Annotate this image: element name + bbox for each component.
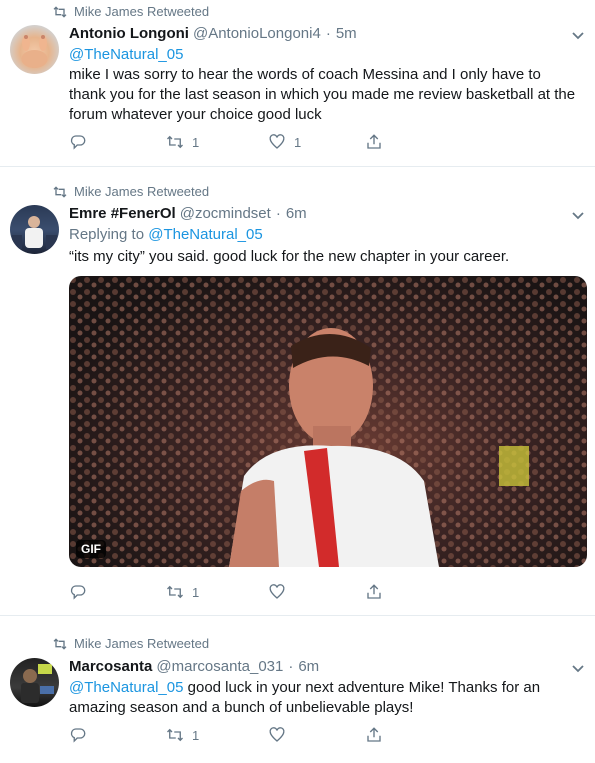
separator-dot: · <box>288 658 294 675</box>
tweet-header: Emre #FenerOl @zocmindset · 6m <box>69 205 307 222</box>
tweet-3[interactable]: Mike James Retweeted Marcosanta @marcosa… <box>0 616 595 763</box>
retweet-context-label: Mike James Retweeted <box>74 636 210 651</box>
share-icon <box>367 134 381 149</box>
tweet-body: mike I was sorry to hear the words of co… <box>69 66 576 123</box>
separator-dot: · <box>325 25 331 42</box>
avatar-image <box>12 216 57 249</box>
avatar[interactable] <box>10 658 59 707</box>
mention-link[interactable]: @TheNatural_05 <box>69 679 183 696</box>
chevron-down-icon[interactable] <box>571 211 585 221</box>
chevron-down-icon[interactable] <box>571 31 585 41</box>
retweet-icon <box>167 728 183 742</box>
retweet-context-label: Mike James Retweeted <box>74 4 210 19</box>
avatar[interactable] <box>10 25 59 74</box>
tweet-actions: 1 1 <box>69 133 399 153</box>
tweet-1[interactable]: Mike James Retweeted Antonio Longoni @An… <box>0 0 595 167</box>
reply-button[interactable] <box>69 133 87 151</box>
tweet-actions: 1 <box>69 726 399 746</box>
chevron-down-icon[interactable] <box>571 664 585 674</box>
retweet-count: 1 <box>192 727 200 743</box>
share-button[interactable] <box>365 133 383 151</box>
retweet-context: Mike James Retweeted <box>52 4 209 19</box>
tweet-text: @TheNatural_05 good luck in your next ad… <box>69 678 579 718</box>
retweet-icon <box>167 585 183 599</box>
like-count: 1 <box>294 134 302 150</box>
retweet-count: 1 <box>192 584 200 600</box>
separator-dot: · <box>275 205 281 222</box>
tweet-text: @TheNatural_05 mike I was sorry to hear … <box>69 45 579 125</box>
tweet-body: “its my city” you said. good luck for th… <box>69 248 510 265</box>
retweet-icon <box>53 637 67 650</box>
tweet-header: Marcosanta @marcosanta_031 · 6m <box>69 658 319 675</box>
reply-icon <box>70 135 86 150</box>
reply-button[interactable] <box>69 583 87 601</box>
share-icon <box>367 584 381 599</box>
heart-icon <box>269 134 285 149</box>
like-button[interactable] <box>268 583 286 601</box>
display-name[interactable]: Emre #FenerOl <box>69 205 176 222</box>
retweet-context-label: Mike James Retweeted <box>74 184 210 199</box>
gif-media[interactable]: GIF <box>69 276 587 567</box>
replying-to: Replying to @TheNatural_05 <box>69 226 263 243</box>
heart-icon <box>269 727 285 742</box>
display-name[interactable]: Marcosanta <box>69 658 152 675</box>
reply-button[interactable] <box>69 726 87 744</box>
like-button[interactable] <box>268 726 286 744</box>
username[interactable]: @zocmindset <box>180 205 271 222</box>
replying-to-label: Replying to <box>69 226 145 243</box>
retweet-button[interactable]: 1 <box>166 726 199 744</box>
avatar-image <box>21 35 48 68</box>
retweet-button[interactable]: 1 <box>166 583 199 601</box>
retweet-context: Mike James Retweeted <box>52 636 209 651</box>
share-button[interactable] <box>365 583 383 601</box>
retweet-icon <box>53 185 67 198</box>
tweet-2[interactable]: Mike James Retweeted Emre #FenerOl @zocm… <box>0 167 595 616</box>
tweet-actions: 1 <box>69 583 399 603</box>
username[interactable]: @AntonioLongoni4 <box>193 25 321 42</box>
replying-to-link[interactable]: @TheNatural_05 <box>148 226 262 243</box>
retweet-button[interactable]: 1 <box>166 133 199 151</box>
retweet-context: Mike James Retweeted <box>52 184 209 199</box>
like-button[interactable]: 1 <box>268 133 301 151</box>
gif-badge: GIF <box>76 540 106 558</box>
timestamp[interactable]: 6m <box>298 658 319 675</box>
tweet-header: Antonio Longoni @AntonioLongoni4 · 5m <box>69 25 357 42</box>
heart-icon <box>269 584 285 599</box>
timestamp[interactable]: 5m <box>336 25 357 42</box>
retweet-count: 1 <box>192 134 200 150</box>
timestamp[interactable]: 6m <box>286 205 307 222</box>
reply-icon <box>70 728 86 743</box>
avatar-image <box>21 664 54 703</box>
reply-icon <box>70 585 86 600</box>
retweet-icon <box>167 135 183 149</box>
display-name[interactable]: Antonio Longoni <box>69 25 189 42</box>
gif-image <box>69 276 587 567</box>
share-icon <box>367 727 381 742</box>
retweet-icon <box>53 5 67 18</box>
username[interactable]: @marcosanta_031 <box>156 658 283 675</box>
share-button[interactable] <box>365 726 383 744</box>
mention-link[interactable]: @TheNatural_05 <box>69 46 183 63</box>
avatar[interactable] <box>10 205 59 254</box>
